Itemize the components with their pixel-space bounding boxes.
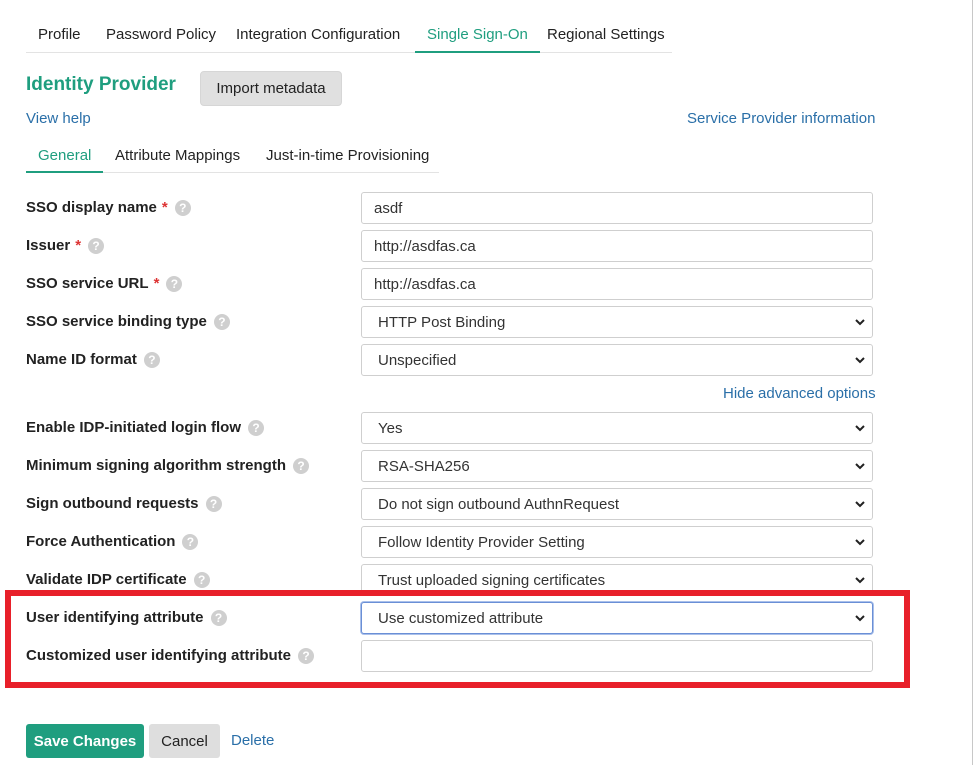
label-text: SSO service binding type xyxy=(26,313,207,330)
custom-user-ident-label: Customized user identifying attribute ? xyxy=(26,647,315,664)
settings-tabs: Profile Password Policy Integration Conf… xyxy=(26,18,672,53)
field-value: Use customized attribute xyxy=(378,609,544,627)
tab-integration-configuration[interactable]: Integration Configuration xyxy=(224,18,412,51)
idp-initiated-select[interactable]: Yes xyxy=(361,412,873,444)
help-icon[interactable]: ? xyxy=(248,419,265,436)
help-icon[interactable]: ? xyxy=(182,533,199,550)
help-icon[interactable]: ? xyxy=(166,275,183,292)
tab-just-in-time-provisioning[interactable]: Just-in-time Provisioning xyxy=(254,140,441,171)
cancel-button[interactable]: Cancel xyxy=(149,724,220,758)
sso-binding-select[interactable]: HTTP Post Binding xyxy=(361,306,873,338)
delete-link[interactable]: Delete xyxy=(231,732,274,749)
sso-service-url-input[interactable]: http://asdfas.ca xyxy=(361,268,873,300)
help-icon[interactable]: ? xyxy=(174,199,191,216)
identity-provider-subtabs: General Attribute Mappings Just-in-time … xyxy=(26,140,439,173)
tab-attribute-mappings[interactable]: Attribute Mappings xyxy=(103,140,252,171)
label-text: SSO service URL xyxy=(26,275,149,292)
help-icon[interactable]: ? xyxy=(293,457,309,474)
label-text: Name ID format xyxy=(26,351,137,368)
required-mark: * xyxy=(75,237,82,254)
name-id-format-select[interactable]: Unspecified xyxy=(361,344,873,376)
sso-display-name-input[interactable]: asdf xyxy=(361,192,873,224)
import-metadata-button[interactable]: Import metadata xyxy=(200,71,342,106)
label-text: Enable IDP-initiated login flow xyxy=(26,419,242,436)
help-icon[interactable]: ? xyxy=(143,351,160,368)
idp-initiated-label: Enable IDP-initiated login flow ? xyxy=(26,419,265,436)
help-icon[interactable]: ? xyxy=(88,237,105,254)
save-changes-button[interactable]: Save Changes xyxy=(26,724,144,758)
user-ident-select[interactable]: Use customized attribute xyxy=(361,602,873,634)
label-text: User identifying attribute xyxy=(26,609,204,626)
service-provider-info-link[interactable]: Service Provider information xyxy=(687,110,875,127)
custom-user-ident-input[interactable] xyxy=(361,640,873,672)
help-icon[interactable]: ? xyxy=(210,609,227,626)
help-icon[interactable]: ? xyxy=(298,647,315,664)
label-text: Customized user identifying attribute xyxy=(26,647,292,664)
tab-general[interactable]: General xyxy=(26,140,104,173)
label-text: Sign outbound requests xyxy=(26,495,199,512)
hide-advanced-options-link[interactable]: Hide advanced options xyxy=(723,385,876,402)
issuer-label: Issuer * ? xyxy=(26,237,105,254)
validate-cert-label: Validate IDP certificate ? xyxy=(26,571,210,588)
help-icon[interactable]: ? xyxy=(213,313,230,330)
field-value: RSA-SHA256 xyxy=(378,457,470,475)
field-value: Do not sign outbound AuthnRequest xyxy=(378,495,620,513)
sso-display-name-label: SSO display name * ? xyxy=(26,199,191,216)
required-mark: * xyxy=(153,275,160,292)
sso-binding-label: SSO service binding type ? xyxy=(26,313,230,330)
label-text: Validate IDP certificate xyxy=(26,571,187,588)
label-text: Force Authentication xyxy=(26,533,176,550)
window-right-border xyxy=(972,0,973,765)
field-value: Trust uploaded signing certificates xyxy=(378,571,606,589)
chevron-down-icon xyxy=(853,353,867,367)
label-text: SSO display name xyxy=(26,199,157,216)
required-mark: * xyxy=(161,199,168,216)
field-value: Unspecified xyxy=(378,351,457,369)
tab-single-sign-on[interactable]: Single Sign-On xyxy=(415,18,540,53)
chevron-down-icon xyxy=(853,315,867,329)
tab-regional-settings[interactable]: Regional Settings xyxy=(535,18,677,51)
chevron-down-icon xyxy=(853,421,867,435)
field-value: HTTP Post Binding xyxy=(378,313,506,331)
field-value: Yes xyxy=(378,419,403,437)
label-text: Issuer xyxy=(26,237,71,254)
page-title: Identity Provider xyxy=(26,74,176,95)
user-ident-label: User identifying attribute ? xyxy=(26,609,227,626)
chevron-down-icon xyxy=(853,535,867,549)
force-auth-label: Force Authentication ? xyxy=(26,533,199,550)
force-auth-select[interactable]: Follow Identity Provider Setting xyxy=(361,526,873,558)
view-help-link[interactable]: View help xyxy=(26,110,91,127)
tab-password-policy[interactable]: Password Policy xyxy=(94,18,228,51)
sso-service-url-label: SSO service URL * ? xyxy=(26,275,183,292)
field-value: asdf xyxy=(374,199,403,217)
chevron-down-icon xyxy=(853,497,867,511)
sign-outbound-label: Sign outbound requests ? xyxy=(26,495,222,512)
min-signing-label: Minimum signing algorithm strength ? xyxy=(26,457,309,474)
field-value: Follow Identity Provider Setting xyxy=(378,533,585,551)
help-icon[interactable]: ? xyxy=(205,495,222,512)
tab-profile[interactable]: Profile xyxy=(26,18,93,51)
chevron-down-icon xyxy=(853,573,867,587)
label-text: Minimum signing algorithm strength xyxy=(26,457,286,474)
chevron-down-icon xyxy=(853,611,867,625)
chevron-down-icon xyxy=(853,459,867,473)
field-value: http://asdfas.ca xyxy=(374,275,476,293)
name-id-format-label: Name ID format ? xyxy=(26,351,160,368)
min-signing-select[interactable]: RSA-SHA256 xyxy=(361,450,873,482)
field-value: http://asdfas.ca xyxy=(374,237,476,255)
help-icon[interactable]: ? xyxy=(193,571,210,588)
sign-outbound-select[interactable]: Do not sign outbound AuthnRequest xyxy=(361,488,873,520)
issuer-input[interactable]: http://asdfas.ca xyxy=(361,230,873,262)
